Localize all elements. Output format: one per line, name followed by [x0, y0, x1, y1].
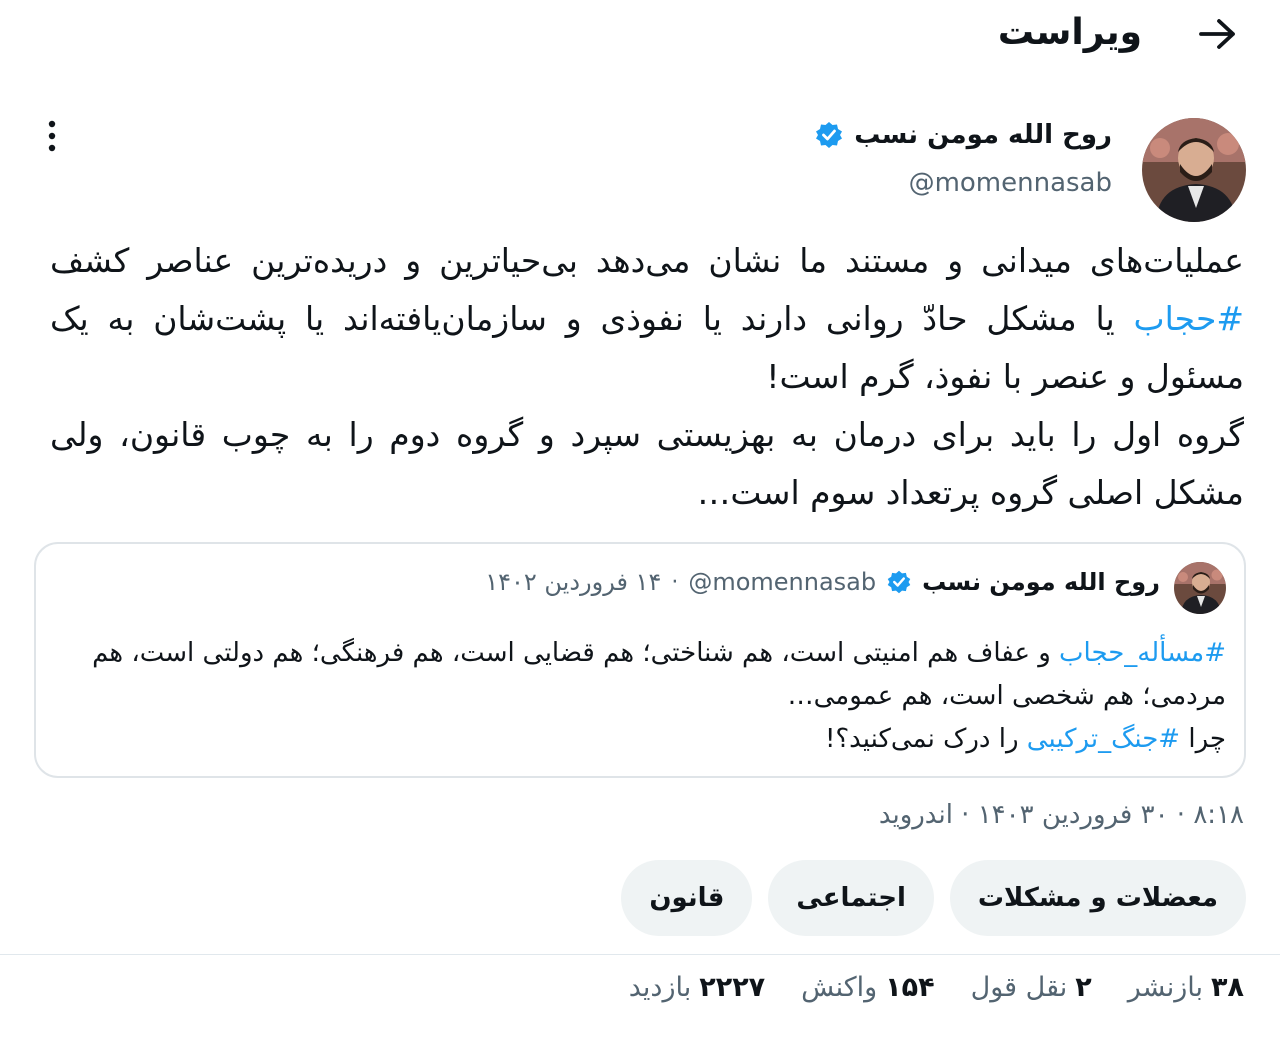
back-button[interactable] — [1194, 14, 1242, 58]
arrow-right-icon — [1197, 17, 1239, 55]
stat-reactions[interactable]: ۱۵۴ واکنش — [801, 972, 934, 1003]
stat-quotes[interactable]: ۲ نقل قول — [971, 972, 1092, 1003]
author-handle[interactable]: @momennasab — [909, 168, 1112, 198]
tweet-timestamp[interactable]: ۸:۱۸ · ۳۰ فروردین ۱۴۰۳ · اندروید — [879, 800, 1244, 830]
stat-label: واکنش — [801, 972, 878, 1003]
author-name[interactable]: روح الله مومن نسب — [854, 120, 1112, 150]
quote-text: #مسأله_حجاب و عفاف هم امنیتی است، هم شنا… — [54, 632, 1226, 761]
more-vertical-icon — [47, 120, 57, 156]
quote-paragraph-2: چرا #جنگ_ترکیبی را درک نمی‌کنید؟! — [54, 718, 1226, 761]
author-avatar[interactable] — [1142, 118, 1246, 222]
quote-author-name: روح الله مومن نسب — [922, 568, 1160, 596]
tweet-paragraph-2: گروه اول را باید برای درمان به بهزیستی س… — [50, 415, 1244, 512]
stat-label: نقل قول — [970, 972, 1068, 1003]
stat-number: ۲ — [1075, 972, 1092, 1003]
stat-reposts[interactable]: ۳۸ بازنشر — [1128, 972, 1244, 1003]
hashtag-link[interactable]: #حجاب — [1134, 299, 1244, 338]
divider — [0, 954, 1280, 955]
more-options-button[interactable] — [32, 118, 72, 158]
tweet-text: عملیات‌های میدانی و مستند ما نشان می‌دهد… — [50, 232, 1244, 522]
quote-paragraph-1: #مسأله_حجاب و عفاف هم امنیتی است، هم شنا… — [54, 632, 1226, 718]
quote-text-segment: چرا — [1180, 724, 1226, 754]
engagement-stats: ۳۸ بازنشر ۲ نقل قول ۱۵۴ واکنش ۲۲۲۷ بازدی… — [629, 972, 1244, 1003]
quote-header: روح الله مومن نسب @momennasab · ۱۴ فرورد… — [485, 568, 1160, 596]
tweet-text-segment: یا مشکل حادّ روانی دارند یا نفوذی و سازم… — [50, 299, 1244, 396]
stat-number: ۱۵۴ — [885, 972, 935, 1003]
quote-author-handle: @momennasab — [688, 568, 877, 596]
quote-separator: · — [671, 569, 679, 595]
hashtag-link[interactable]: #جنگ_ترکیبی — [1027, 724, 1180, 754]
topic-tag[interactable]: معضلات و مشکلات — [949, 860, 1246, 936]
verified-badge-icon — [814, 120, 844, 150]
verified-badge-icon — [886, 569, 912, 595]
topic-tags: معضلات و مشکلات اجتماعی قانون — [621, 860, 1246, 936]
stat-label: بازدید — [628, 972, 692, 1003]
tweet-paragraph-1: عملیات‌های میدانی و مستند ما نشان می‌دهد… — [50, 232, 1244, 406]
quote-author-avatar[interactable] — [1174, 562, 1226, 614]
stat-label: بازنشر — [1127, 972, 1204, 1003]
tweet-detail-page: ویراست روح الله مومن نسب @momennasab عمل… — [0, 0, 1280, 1037]
hashtag-link[interactable]: #مسأله_حجاب — [1059, 638, 1226, 668]
stat-number: ۲۲۲۷ — [699, 972, 766, 1003]
topic-tag[interactable]: اجتماعی — [768, 860, 934, 936]
quote-text-segment: را درک نمی‌کنید؟! — [824, 724, 1027, 754]
topic-tag[interactable]: قانون — [621, 860, 753, 936]
author-name-row: روح الله مومن نسب — [814, 120, 1112, 150]
quote-text-segment: و عفاف هم امنیتی است، هم شناختی؛ هم قضای… — [92, 638, 1226, 711]
quote-date: ۱۴ فروردین ۱۴۰۲ — [485, 568, 662, 596]
quoted-tweet[interactable]: روح الله مومن نسب @momennasab · ۱۴ فرورد… — [34, 542, 1246, 778]
stat-views[interactable]: ۲۲۲۷ بازدید — [629, 972, 765, 1003]
stat-number: ۳۸ — [1211, 972, 1244, 1003]
page-title: ویراست — [997, 12, 1142, 53]
tweet-text-segment: عملیات‌های میدانی و مستند ما نشان می‌دهد… — [50, 241, 1244, 280]
header: ویراست — [0, 0, 1280, 72]
